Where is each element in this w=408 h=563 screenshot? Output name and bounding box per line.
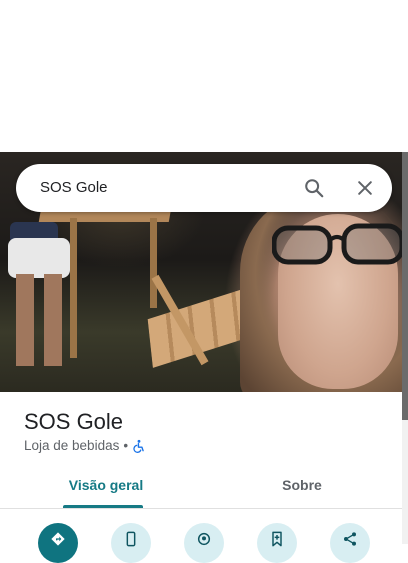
- search-query[interactable]: SOS Gole: [40, 164, 108, 212]
- photo-table-leg: [150, 218, 157, 308]
- share-icon: [344, 532, 356, 546]
- save-icon: [272, 531, 282, 547]
- photo-table-leg: [70, 218, 77, 358]
- top-blank-area: [0, 0, 408, 152]
- photo-glasses: [272, 223, 402, 265]
- place-subline: Loja de bebidas •: [24, 437, 146, 455]
- close-icon[interactable]: [353, 176, 377, 200]
- nearby-button[interactable]: [184, 523, 224, 563]
- photo-person-shorts: [8, 238, 70, 278]
- location-icon: [197, 532, 211, 546]
- share-button[interactable]: [330, 523, 370, 563]
- photo-person-legs: [16, 274, 66, 366]
- directions-icon: [51, 532, 65, 546]
- place-name: SOS Gole: [24, 409, 124, 434]
- tabs-divider: [0, 508, 402, 509]
- directions-button[interactable]: [38, 523, 78, 563]
- tab-about[interactable]: Sobre: [244, 472, 360, 508]
- call-button[interactable]: [111, 523, 151, 563]
- scrollbar[interactable]: [402, 152, 408, 544]
- phone-icon: [126, 531, 136, 547]
- search-bar[interactable]: SOS Gole: [16, 164, 392, 212]
- separator-dot: •: [123, 438, 129, 453]
- scrollbar-thumb[interactable]: [402, 152, 408, 420]
- place-category: Loja de bebidas: [24, 438, 120, 453]
- tab-overview[interactable]: Visão geral: [48, 472, 164, 508]
- search-icon[interactable]: [302, 176, 326, 200]
- save-button[interactable]: [257, 523, 297, 563]
- wheelchair-icon: [132, 439, 146, 453]
